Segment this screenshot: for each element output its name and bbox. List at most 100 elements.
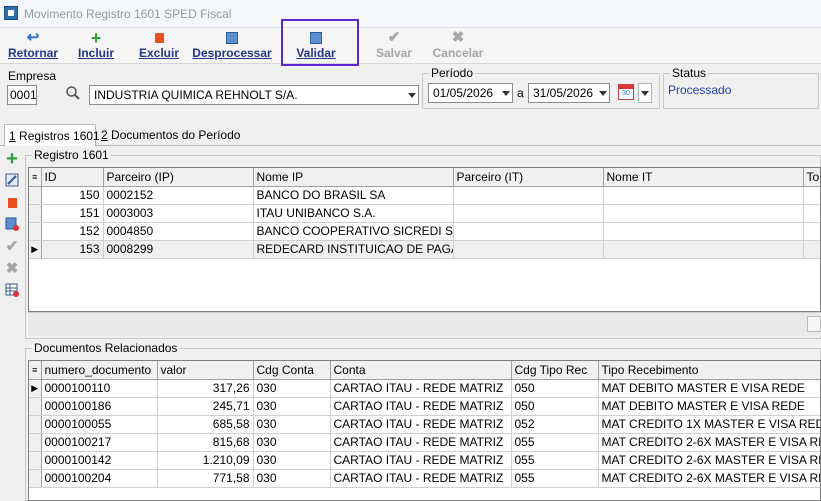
cell-total[interactable]: [803, 204, 820, 223]
cell-parceiro-it[interactable]: [453, 186, 604, 205]
cell-cdg-conta[interactable]: 030: [253, 415, 331, 434]
table-row[interactable]: 150 0002152 BANCO DO BRASIL SA: [29, 186, 820, 205]
row-indicator[interactable]: [29, 415, 42, 434]
grid-menu-icon[interactable]: ≡: [29, 168, 42, 187]
row-pointer-icon[interactable]: ▶: [29, 379, 42, 398]
periodo-to-field[interactable]: 31/05/2026: [528, 83, 610, 103]
cell-parceiro-ip[interactable]: 0003003: [103, 204, 254, 223]
cell-tipo[interactable]: MAT CREDITO 2-6X MASTER E VISA REDE: [598, 433, 820, 452]
column-header-conta[interactable]: Conta: [330, 361, 512, 380]
column-header-tipo-recebimento[interactable]: Tipo Recebimento: [598, 361, 820, 380]
cell-valor[interactable]: 1.210,09: [157, 451, 254, 470]
cell-valor[interactable]: 245,71: [157, 397, 254, 416]
cell-cdg-tipo[interactable]: 055: [511, 451, 599, 470]
cell-parceiro-ip[interactable]: 0004850: [103, 222, 254, 241]
cell-nome-it[interactable]: [603, 240, 804, 259]
cell-id[interactable]: 150: [41, 186, 104, 205]
cell-cdg-conta[interactable]: 030: [253, 397, 331, 416]
salvar-button[interactable]: ✔ Salvar: [374, 28, 414, 62]
cell-nome-it[interactable]: [603, 204, 804, 223]
cell-cdg-tipo[interactable]: 050: [511, 379, 599, 398]
cell-conta[interactable]: CARTAO ITAU - REDE MATRIZ: [330, 469, 512, 488]
table-row[interactable]: 0000100186 245,71 030 CARTAO ITAU - REDE…: [29, 397, 820, 416]
delete-row-icon[interactable]: [3, 194, 21, 212]
cell-cdg-conta[interactable]: 030: [253, 433, 331, 452]
tab-registros-1601[interactable]: 1 Registros 1601: [4, 124, 100, 146]
tab-documentos-periodo[interactable]: 2 Documentos do Período: [97, 124, 240, 146]
search-icon[interactable]: [62, 85, 84, 105]
process-icon[interactable]: [3, 216, 21, 234]
desprocessar-button[interactable]: Desprocessar: [192, 28, 272, 62]
column-header-parceiro-it[interactable]: Parceiro (IT): [453, 168, 604, 187]
row-indicator[interactable]: [29, 469, 42, 488]
cell-conta[interactable]: CARTAO ITAU - REDE MATRIZ: [330, 433, 512, 452]
column-header-total[interactable]: To: [803, 168, 820, 187]
empresa-code-field[interactable]: 0001: [7, 85, 37, 105]
retornar-button[interactable]: ↩ Retornar: [6, 28, 60, 62]
cell-parceiro-it[interactable]: [453, 222, 604, 241]
row-indicator[interactable]: [29, 186, 42, 205]
row-pointer-icon[interactable]: ▶: [29, 240, 42, 259]
cell-valor[interactable]: 317,26: [157, 379, 254, 398]
cell-numero[interactable]: 0000100204: [41, 469, 158, 488]
cell-cdg-tipo[interactable]: 055: [511, 469, 599, 488]
cell-nome-ip[interactable]: BANCO COOPERATIVO SICREDI S.A.: [253, 222, 454, 241]
cell-id[interactable]: 152: [41, 222, 104, 241]
cell-cdg-tipo[interactable]: 055: [511, 433, 599, 452]
row-indicator[interactable]: [29, 451, 42, 470]
cell-conta[interactable]: CARTAO ITAU - REDE MATRIZ: [330, 379, 512, 398]
periodo-from-field[interactable]: 01/05/2026: [428, 83, 513, 103]
table-row[interactable]: 0000100217 815,68 030 CARTAO ITAU - REDE…: [29, 433, 820, 452]
table-row[interactable]: 0000100142 1.210,09 030 CARTAO ITAU - RE…: [29, 451, 820, 470]
cell-parceiro-ip[interactable]: 0002152: [103, 186, 254, 205]
cell-cdg-tipo[interactable]: 050: [511, 397, 599, 416]
column-header-cdg-tipo-rec[interactable]: Cdg Tipo Rec: [511, 361, 599, 380]
scrollbar-thumb[interactable]: [807, 316, 821, 332]
cell-total[interactable]: [803, 186, 820, 205]
cell-tipo[interactable]: MAT CREDITO 2-6X MASTER E VISA REDE: [598, 451, 820, 470]
cell-numero[interactable]: 0000100186: [41, 397, 158, 416]
cell-numero[interactable]: 0000100217: [41, 433, 158, 452]
cell-cdg-conta[interactable]: 030: [253, 451, 331, 470]
excluir-button[interactable]: Excluir: [138, 28, 180, 62]
cell-nome-it[interactable]: [603, 186, 804, 205]
cell-cdg-conta[interactable]: 030: [253, 379, 331, 398]
cell-nome-ip[interactable]: REDECARD INSTITUICAO DE PAGAME: [253, 240, 454, 259]
registro-horizontal-scrollbar[interactable]: [28, 312, 821, 336]
calendar-dropdown-button[interactable]: [638, 83, 652, 103]
cell-parceiro-ip[interactable]: 0008299: [103, 240, 254, 259]
column-header-parceiro-ip[interactable]: Parceiro (IP): [103, 168, 254, 187]
table-row[interactable]: 152 0004850 BANCO COOPERATIVO SICREDI S.…: [29, 222, 820, 241]
row-indicator[interactable]: [29, 397, 42, 416]
calendar-icon[interactable]: 30: [618, 84, 634, 100]
cell-total[interactable]: [803, 222, 820, 241]
table-row-selected[interactable]: ▶ 153 0008299 REDECARD INSTITUICAO DE PA…: [29, 240, 820, 259]
table-row[interactable]: 0000100204 771,58 030 CARTAO ITAU - REDE…: [29, 469, 820, 488]
cell-conta[interactable]: CARTAO ITAU - REDE MATRIZ: [330, 451, 512, 470]
cancelar-button[interactable]: ✖ Cancelar: [432, 28, 484, 62]
cell-parceiro-it[interactable]: [453, 204, 604, 223]
empresa-name-select[interactable]: INDUSTRIA QUIMICA REHNOLT S/A.: [89, 85, 419, 105]
add-row-icon[interactable]: +: [3, 149, 21, 169]
cell-cdg-conta[interactable]: 030: [253, 469, 331, 488]
column-header-nome-it[interactable]: Nome IT: [603, 168, 804, 187]
cell-numero[interactable]: 0000100142: [41, 451, 158, 470]
cell-valor[interactable]: 771,58: [157, 469, 254, 488]
column-header-numero-documento[interactable]: numero_documento: [41, 361, 158, 380]
table-row-selected[interactable]: ▶ 0000100110 317,26 030 CARTAO ITAU - RE…: [29, 379, 820, 398]
edit-icon[interactable]: [3, 172, 21, 190]
column-header-id[interactable]: ID: [41, 168, 104, 187]
cell-valor[interactable]: 815,68: [157, 433, 254, 452]
cell-tipo[interactable]: MAT CREDITO 1X MASTER E VISA REDE: [598, 415, 820, 434]
cell-id[interactable]: 153: [41, 240, 104, 259]
table-row[interactable]: 0000100055 685,58 030 CARTAO ITAU - REDE…: [29, 415, 820, 434]
column-header-valor[interactable]: valor: [157, 361, 254, 380]
cancel-icon[interactable]: ✖: [3, 260, 21, 278]
cell-nome-it[interactable]: [603, 222, 804, 241]
cell-tipo[interactable]: MAT DEBITO MASTER E VISA REDE: [598, 379, 820, 398]
incluir-button[interactable]: + Incluir: [76, 28, 116, 62]
table-row[interactable]: 151 0003003 ITAU UNIBANCO S.A.: [29, 204, 820, 223]
row-indicator[interactable]: [29, 222, 42, 241]
cell-tipo[interactable]: MAT CREDITO 2-6X MASTER E VISA REDE: [598, 469, 820, 488]
column-header-cdg-conta[interactable]: Cdg Conta: [253, 361, 331, 380]
